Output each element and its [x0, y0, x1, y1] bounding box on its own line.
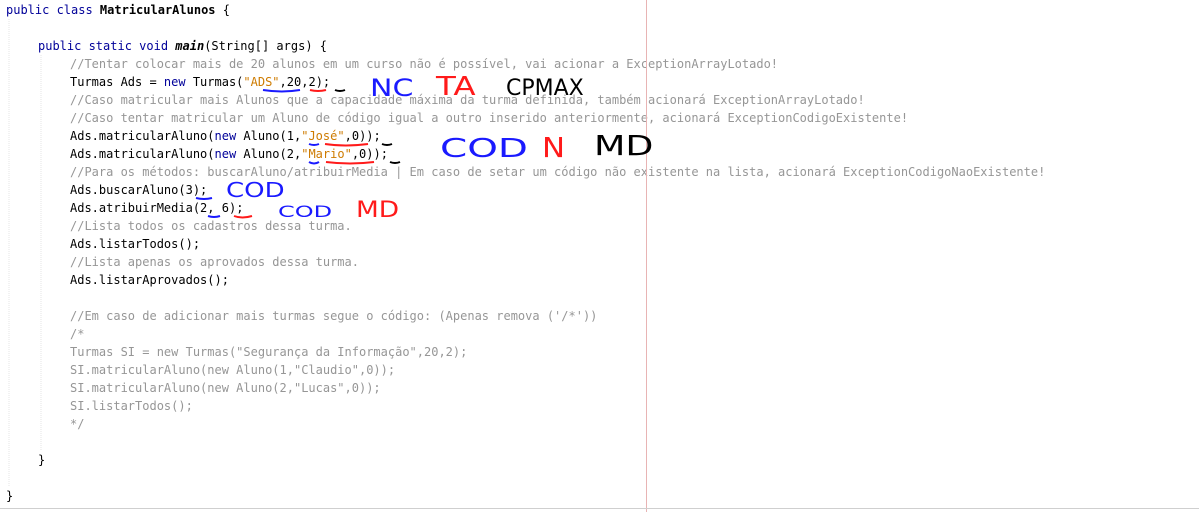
- handwritten-md: MD: [594, 129, 654, 162]
- handwritten-n: N: [542, 131, 566, 164]
- handwritten-md: MD: [356, 198, 400, 223]
- handwritten-ta: TA: [436, 72, 476, 102]
- handwritten-cod: COD: [440, 134, 528, 164]
- handwritten-cod: COD: [278, 202, 333, 221]
- handwritten-cod: COD: [226, 178, 285, 202]
- handwritten-cpmax: CPMAX: [506, 76, 584, 101]
- code-editor[interactable]: public class MatricularAlunos { public s…: [0, 0, 1199, 512]
- handwritten-underlines: [195, 89, 401, 219]
- handwritten-nc: NC: [370, 74, 414, 102]
